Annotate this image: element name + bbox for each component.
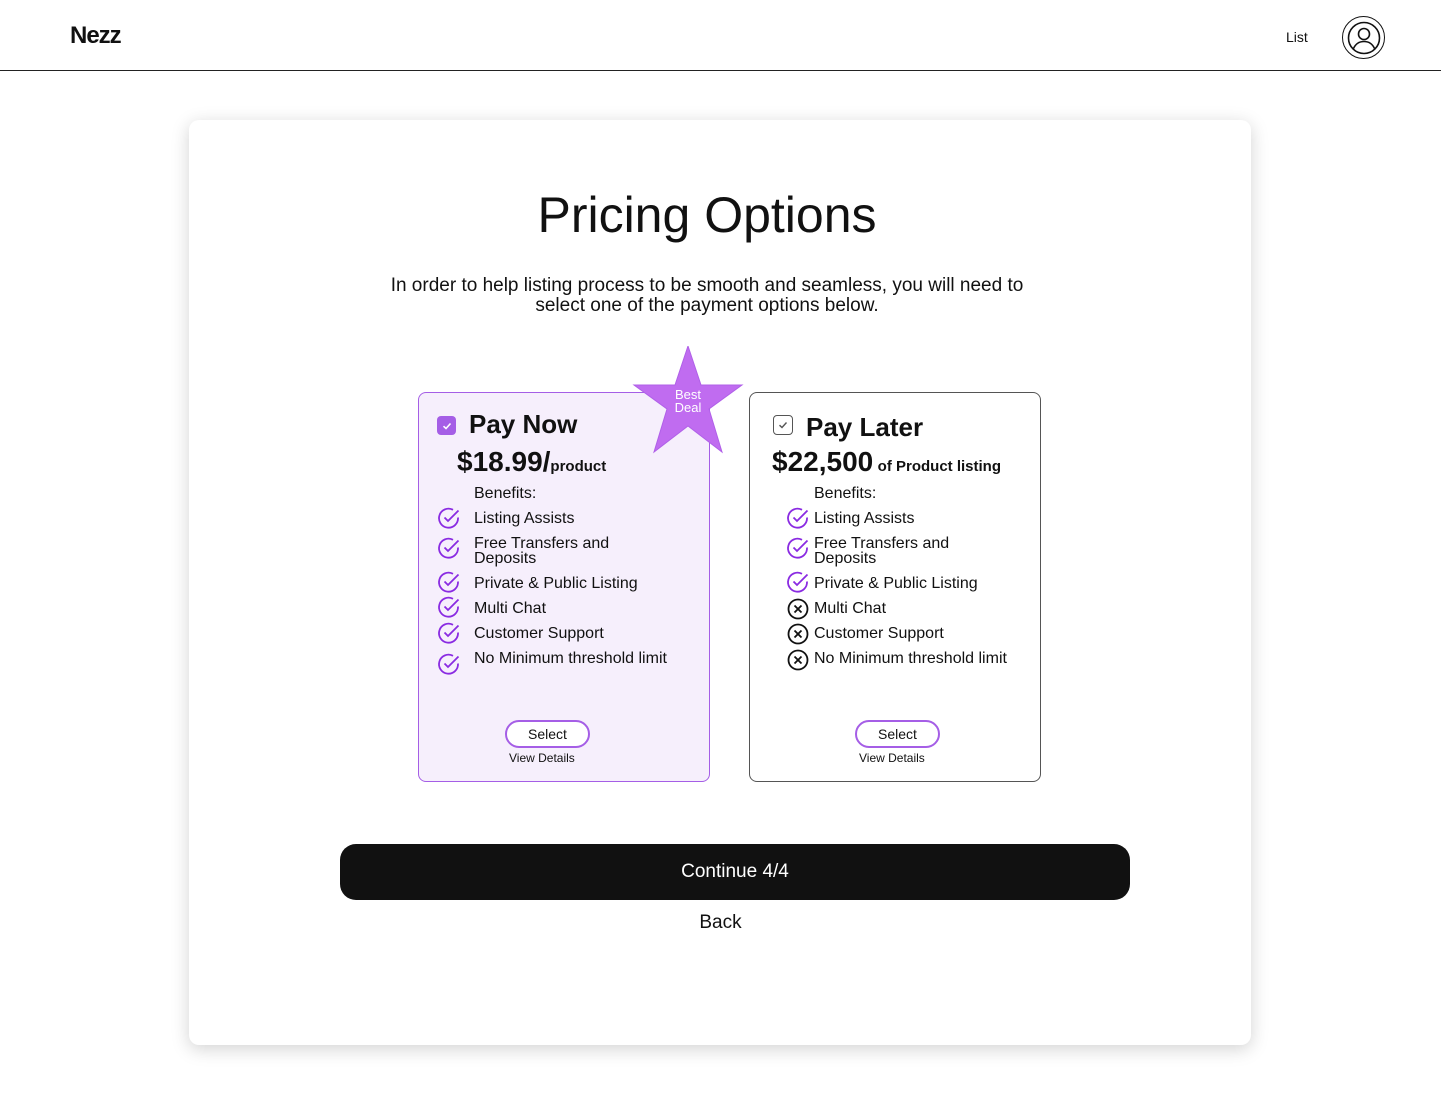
benefits-label: Benefits: (814, 485, 877, 502)
benefit-item: Free Transfers and Deposits (814, 535, 950, 567)
price-unit: of Product listing (877, 458, 1001, 475)
benefit-item: Multi Chat (474, 600, 547, 617)
check-circle-icon (438, 571, 460, 593)
benefits-label: Benefits: (474, 485, 537, 502)
x-circle-icon (787, 623, 809, 645)
benefit-item: Free Transfers and Deposits (474, 535, 610, 567)
check-circle-icon (438, 507, 460, 529)
view-details-link[interactable]: View Details (509, 751, 575, 765)
plan-card-pay-later[interactable]: Pay Later $22,500 of Product listing Ben… (749, 392, 1041, 782)
plan-price: $18.99/product (457, 446, 606, 478)
view-details-link[interactable]: View Details (859, 751, 925, 765)
benefit-item: Listing Assists (814, 510, 915, 527)
benefit-item: Private & Public Listing (474, 575, 638, 592)
benefit-item: No Minimum threshold limit (814, 650, 1007, 667)
price-amount: $22,500 (772, 446, 874, 477)
benefit-item: Customer Support (474, 625, 604, 642)
benefit-item: Customer Support (814, 625, 944, 642)
benefit-item: Listing Assists (474, 510, 575, 527)
check-circle-icon (787, 537, 809, 559)
logo[interactable]: Nezz (70, 22, 122, 50)
plan-name: Pay Later (806, 412, 924, 442)
checkbox-checked-icon[interactable] (437, 416, 456, 435)
pricing-card (189, 120, 1251, 1045)
checkbox-unchecked-icon[interactable] (773, 415, 793, 435)
x-circle-icon (787, 598, 809, 620)
user-circle-icon[interactable] (1342, 16, 1385, 59)
nav-link-list[interactable]: List (1286, 29, 1308, 45)
price-amount: $18.99/ (457, 446, 551, 477)
benefit-item: Private & Public Listing (814, 575, 978, 592)
plan-price: $22,500 of Product listing (772, 446, 1001, 478)
best-deal-badge: Best Deal (632, 388, 744, 414)
price-unit: product (550, 458, 607, 475)
page-subtitle: In order to help listing process to be s… (390, 275, 1024, 316)
check-circle-icon (438, 653, 460, 675)
x-circle-icon (787, 649, 809, 671)
page-title: Pricing Options (537, 187, 877, 243)
check-circle-icon (438, 596, 460, 618)
benefit-item: No Minimum threshold limit (474, 650, 667, 667)
check-circle-icon (787, 507, 809, 529)
continue-button[interactable]: Continue 4/4 (340, 844, 1130, 900)
top-navigation-bar: Nezz List (0, 0, 1441, 71)
check-circle-icon (438, 622, 460, 644)
benefit-item: Multi Chat (814, 600, 887, 617)
plan-name: Pay Now (469, 409, 578, 439)
check-circle-icon (787, 571, 809, 593)
check-circle-icon (438, 537, 460, 559)
select-pay-now-button[interactable]: Select (505, 720, 590, 748)
select-pay-later-button[interactable]: Select (855, 720, 940, 748)
badge-line-2: Deal (674, 400, 702, 415)
back-link[interactable]: Back (0, 912, 1441, 934)
